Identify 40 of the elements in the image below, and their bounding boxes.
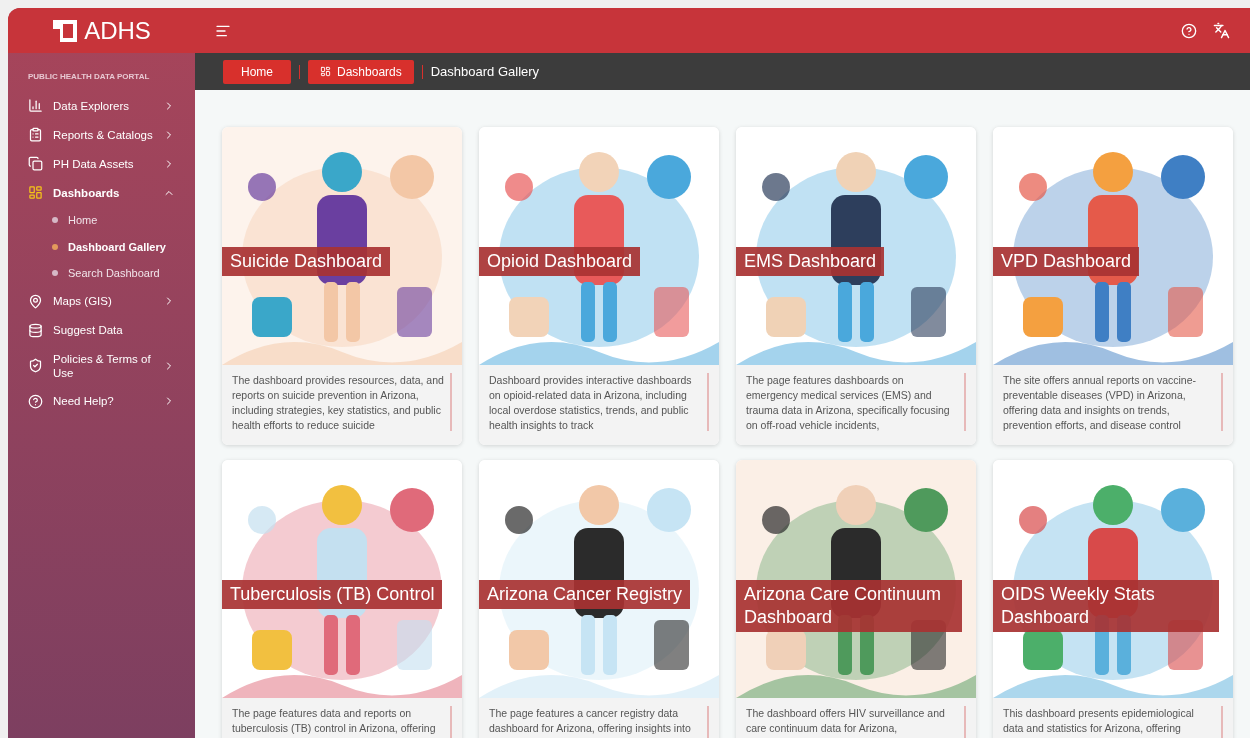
dashboard-card[interactable]: EMS Dashboard The page features dashboards on emergency medical services (EMS) and trauma data in Arizona, specifically focusing on off-road vehicle incidents, <box>736 127 976 445</box>
sidebar-item[interactable]: Data Explorers <box>8 91 195 120</box>
card-description: This dashboard presents epidemiological data and statistics for Arizona, offering <box>1003 706 1195 736</box>
card-title: Opioid Dashboard <box>479 247 641 276</box>
logo-text: ADHS <box>84 18 151 43</box>
card-description: The dashboard offers HIV surveillance and care continuum data for Arizona, <box>746 706 946 736</box>
card-title: VPD Dashboard <box>993 247 1140 276</box>
breadcrumb-current: Dashboard Gallery <box>430 62 540 81</box>
sidebar-item[interactable]: Suggest Data <box>8 315 195 345</box>
dashboard-card[interactable]: OIDS Weekly Stats Dashboard This dashboard presents epidemiological data and statistics for Arizona, offering <box>993 460 1233 738</box>
dashboard-card[interactable]: Suicide Dashboard The dashboard provides resources, data, and reports on suicide prevention in Arizona, including strategies, key statistics, and public health efforts to reduce suicide <box>222 127 462 445</box>
sidebar-item[interactable]: Need Help? <box>8 386 195 416</box>
dashboard-card[interactable]: Arizona Cancer Registry The page features a cancer registry data dashboard for Arizona, offering insights into <box>479 460 719 738</box>
card-title: OIDS Weekly Stats Dashboard <box>993 580 1219 632</box>
submenu-item[interactable]: Search Dashboard <box>8 260 195 287</box>
card-description: The dashboard provides resources, data, and reports on suicide prevention in Arizona, including strategies, key statistics, and public health efforts to reduce suicide <box>232 373 444 433</box>
sidebar-item[interactable]: Policies & Terms of Use <box>8 344 195 387</box>
card-title: EMS Dashboard <box>736 247 885 276</box>
breadcrumb-link[interactable]: Home <box>223 59 291 84</box>
sidebar-item[interactable]: Maps (GIS) <box>8 286 195 316</box>
card-title: Tuberculosis (TB) Control <box>222 580 443 609</box>
card-title: Suicide Dashboard <box>222 247 391 276</box>
card-description: The site offers annual reports on vaccine-preventable diseases (VPD) in Arizona, offering data and insights on trends, prevention efforts, and disease control <box>1003 373 1197 433</box>
card-description: The page features data and reports on tuberculosis (TB) control in Arizona, offering <box>232 706 437 736</box>
card-description: The page features dashboards on emergency medical services (EMS) and trauma data in Arizona, specifically focusing on off-road vehicle incidents, <box>746 373 951 433</box>
sidebar-item[interactable]: Reports & Catalogs <box>8 120 195 149</box>
sidebar-item[interactable]: PH Data Assets <box>8 149 195 178</box>
dashboard-card[interactable]: Opioid Dashboard Dashboard provides interactive dashboards on opioid-related data in Arizona, including local overdose statistics, trends, and public health insights to track <box>479 127 719 445</box>
sidebar-title: PUBLIC HEALTH DATA PORTAL <box>27 71 151 83</box>
submenu-item[interactable]: Home <box>8 207 195 234</box>
dashboard-card[interactable]: Arizona Care Continuum Dashboard The dashboard offers HIV surveillance and care continuum data for Arizona, <box>736 460 976 738</box>
card-title: Arizona Cancer Registry <box>479 580 691 609</box>
sidebar-item[interactable]: Dashboards <box>8 178 195 207</box>
card-description: Dashboard provides interactive dashboards on opioid-related data in Arizona, including local overdose statistics, trends, and public health insights to track <box>489 373 693 433</box>
dashboard-card[interactable]: VPD Dashboard The site offers annual reports on vaccine-preventable diseases (VPD) in Arizona, offering data and insights on trends, prevention efforts, and disease control <box>993 127 1233 445</box>
card-title: Arizona Care Continuum Dashboard <box>736 580 962 632</box>
submenu-item[interactable]: Dashboard Gallery <box>8 233 195 260</box>
dashboard-card[interactable]: Tuberculosis (TB) Control The page features data and reports on tuberculosis (TB) control in Arizona, offering <box>222 460 462 738</box>
breadcrumb-link[interactable]: Dashboards <box>308 59 414 84</box>
card-description: The page features a cancer registry data dashboard for Arizona, offering insights into <box>489 706 692 736</box>
